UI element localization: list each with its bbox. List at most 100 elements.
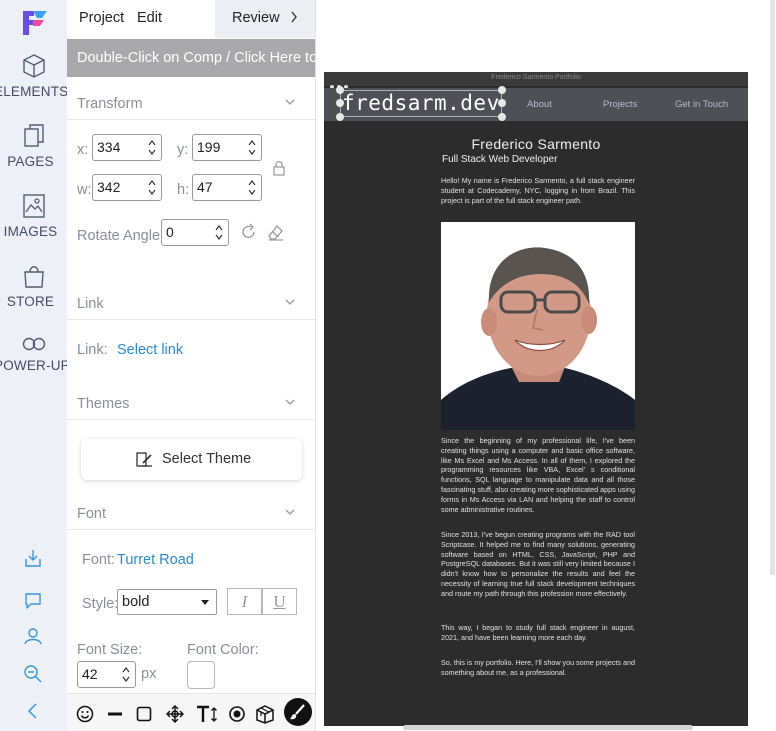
rotate-value: 0: [166, 224, 174, 240]
chevron-down-icon: [285, 399, 295, 405]
menu-edit[interactable]: Edit: [137, 10, 162, 26]
chevron-down-icon: [285, 299, 295, 305]
properties-panel: Project Edit Review Double-Click on Comp…: [67, 0, 316, 731]
left-rail: ELEMENTS PAGES IMAGES STORE POWER-UP: [0, 0, 70, 731]
profile-photo: [441, 222, 635, 430]
font-size-label: Font Size:: [77, 642, 143, 658]
download-icon[interactable]: [22, 547, 44, 569]
italic-button[interactable]: I: [227, 588, 262, 615]
chevron-down-icon: [285, 509, 295, 515]
resize-handle[interactable]: [498, 86, 506, 94]
stepper-icon[interactable]: [122, 666, 130, 683]
infinity-icon: [22, 337, 45, 351]
resize-handle[interactable]: [336, 86, 344, 94]
aspect-lock-icon[interactable]: [272, 160, 286, 177]
link-section-header[interactable]: Link: [67, 290, 315, 320]
users-icon[interactable]: [22, 625, 44, 647]
nav-about[interactable]: About: [527, 99, 552, 110]
w-input[interactable]: 342: [92, 174, 162, 201]
rail-pages[interactable]: PAGES: [0, 122, 67, 169]
caret-down-icon: [201, 600, 209, 605]
font-section-header[interactable]: Font: [67, 500, 315, 530]
preview-paragraph: This way, I began to study full stack en…: [441, 623, 635, 642]
store-bag-icon: [23, 266, 44, 288]
resize-handle[interactable]: [498, 113, 506, 121]
font-color-swatch[interactable]: [187, 661, 215, 689]
font-style-select[interactable]: bold: [117, 589, 217, 615]
rail-power-up[interactable]: POWER-UP: [0, 334, 70, 373]
rail-store-label: STORE: [6, 294, 55, 309]
select-theme-button[interactable]: Select Theme: [81, 439, 302, 480]
rail-images[interactable]: IMAGES: [0, 192, 67, 239]
rotate-input[interactable]: 0: [161, 219, 229, 246]
rectangle-icon[interactable]: [134, 704, 154, 724]
radio-icon[interactable]: [227, 704, 247, 724]
stepper-icon[interactable]: [215, 224, 223, 241]
move-icon[interactable]: [165, 704, 185, 724]
zoom-out-icon[interactable]: [22, 663, 44, 685]
line-icon[interactable]: [105, 704, 125, 724]
review-label: Review: [232, 10, 280, 26]
preview-window-title: Frederico Sarmento Portfolio: [491, 74, 581, 81]
font-family-link[interactable]: Turret Road: [117, 552, 194, 568]
font-size-input[interactable]: 42: [77, 661, 136, 688]
resize-handle[interactable]: [498, 99, 506, 107]
preview-paragraph: So, this is my portfolio. Here, I'll sho…: [441, 658, 635, 677]
stepper-icon[interactable]: [148, 139, 156, 156]
components-box-icon[interactable]: [254, 704, 276, 724]
font-size-unit: px: [141, 666, 157, 682]
y-label: y:: [177, 142, 189, 158]
style-brush-button[interactable]: [284, 698, 312, 726]
paint-brush-icon: [290, 704, 305, 720]
menu-bar: Project Edit Review: [67, 0, 315, 38]
underline-button[interactable]: U: [262, 588, 297, 615]
preview-name: Frederico Sarmento: [471, 136, 601, 152]
h-input[interactable]: 47: [192, 174, 262, 201]
select-theme-label: Select Theme: [162, 451, 252, 467]
x-input[interactable]: 334: [92, 134, 162, 161]
preview-navbar: fredsarm.dev About Projects Get in Touch: [324, 86, 748, 121]
emoji-icon[interactable]: [75, 704, 95, 724]
font-style-value: bold: [122, 594, 150, 610]
resize-handle[interactable]: [336, 113, 344, 121]
element-toolbar: [67, 693, 315, 731]
select-link[interactable]: Select link: [117, 342, 183, 358]
transform-title: Transform: [77, 96, 143, 112]
eraser-icon[interactable]: [266, 222, 286, 242]
transform-section-header[interactable]: Transform: [67, 90, 315, 120]
site-preview[interactable]: Frederico Sarmento Portfolio fredsarm.de…: [324, 72, 748, 726]
themes-title: Themes: [77, 396, 130, 412]
nav-projects[interactable]: Projects: [603, 99, 637, 110]
x-label: x:: [77, 142, 89, 158]
component-hint-banner[interactable]: Double-Click on Comp / Click Here to: [67, 39, 315, 77]
menu-project[interactable]: Project: [79, 10, 124, 26]
resize-handle[interactable]: [336, 99, 344, 107]
rail-elements[interactable]: ELEMENTS: [0, 52, 69, 99]
horizontal-scrollbar[interactable]: [403, 725, 693, 730]
link-title: Link: [77, 296, 104, 312]
review-button[interactable]: Review: [215, 0, 315, 38]
rail-elements-label: ELEMENTS: [0, 84, 69, 99]
stepper-icon[interactable]: [148, 179, 156, 196]
stepper-icon[interactable]: [248, 139, 256, 156]
link-label: Link:: [77, 342, 108, 358]
chevron-right-icon: [291, 11, 297, 23]
rotate-reset-icon[interactable]: [240, 223, 258, 241]
preview-paragraph: Since 2013, I've begun creating programs…: [441, 530, 635, 598]
font-label: Font:: [82, 552, 116, 568]
y-input[interactable]: 199: [192, 134, 262, 161]
collapse-icon[interactable]: [22, 700, 44, 722]
rail-store[interactable]: STORE: [0, 262, 67, 309]
stepper-icon[interactable]: [248, 179, 256, 196]
app-logo-icon[interactable]: [20, 8, 50, 38]
pages-icon: [23, 124, 44, 147]
cube-icon: [22, 54, 45, 78]
rail-pages-label: PAGES: [7, 154, 54, 169]
selection-box[interactable]: [340, 90, 502, 117]
style-label: Style:: [82, 596, 119, 612]
chat-icon[interactable]: [22, 589, 44, 611]
nav-get-in-touch[interactable]: Get in Touch: [675, 99, 728, 110]
themes-section-header[interactable]: Themes: [67, 390, 315, 420]
vertical-scrollbar[interactable]: [770, 0, 775, 575]
text-icon[interactable]: [195, 704, 219, 724]
